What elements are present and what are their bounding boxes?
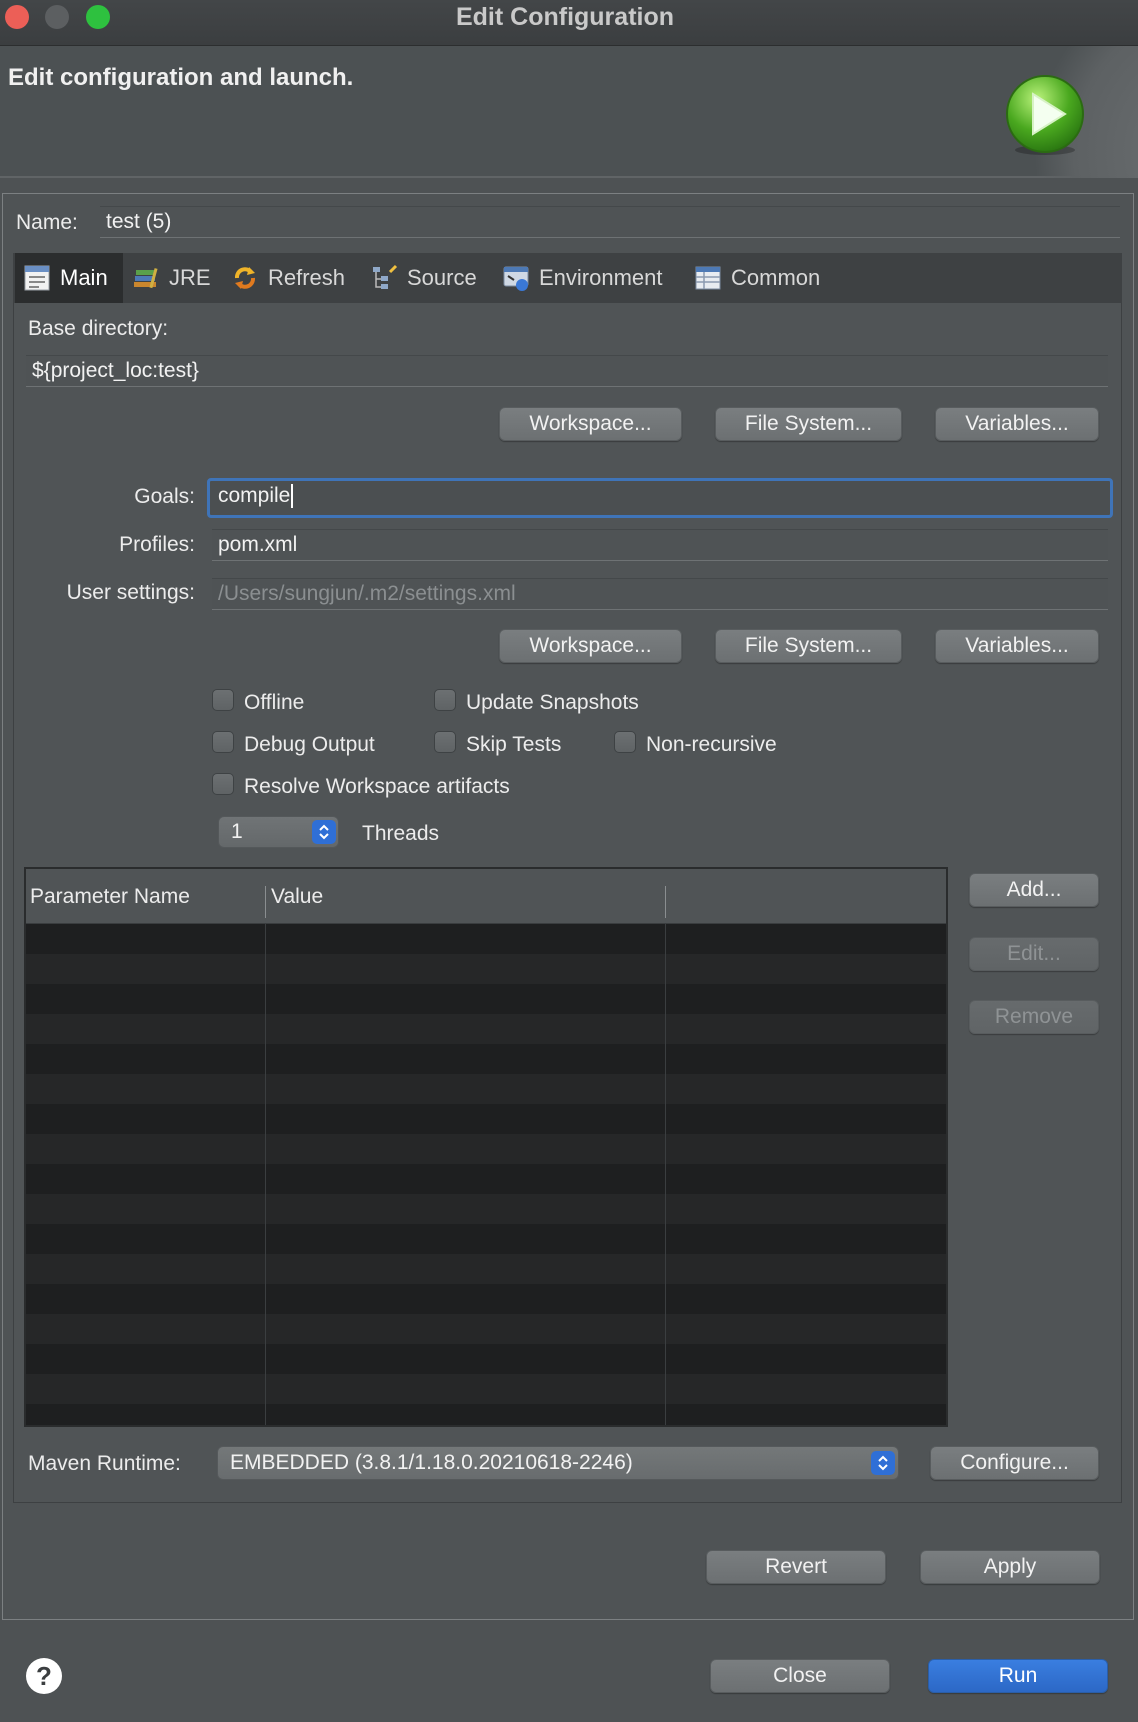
title-bar: Edit Configuration — [0, 0, 1138, 46]
add-parameter-button[interactable]: Add... — [969, 873, 1099, 907]
settings-variables-button[interactable]: Variables... — [935, 629, 1099, 663]
column-divider — [665, 924, 666, 1425]
run-launch-icon — [1006, 75, 1084, 155]
user-settings-field[interactable]: /Users/sungjun/.m2/settings.xml — [212, 578, 1108, 610]
remove-parameter-button[interactable]: Remove — [969, 1000, 1099, 1034]
table-row[interactable] — [26, 1224, 946, 1254]
tab-common[interactable]: Common — [694, 253, 834, 303]
threads-label: Threads — [362, 822, 440, 845]
user-settings-label: User settings: — [66, 581, 195, 604]
tab-common-label: Common — [731, 265, 821, 290]
goals-field[interactable]: compile — [207, 478, 1113, 518]
skip-tests-checkbox[interactable] — [434, 731, 456, 753]
column-separator[interactable] — [665, 886, 666, 918]
name-field[interactable]: test (5) — [100, 206, 1120, 238]
banner-title: Edit configuration and launch. — [8, 64, 354, 91]
parameters-table[interactable]: Parameter Name Value — [24, 867, 948, 1427]
table-row[interactable] — [26, 924, 946, 954]
configure-runtime-button[interactable]: Configure... — [930, 1446, 1099, 1480]
table-row[interactable] — [26, 1344, 946, 1374]
maven-runtime-value: EMBEDDED (3.8.1/1.18.0.20210618-2246) — [230, 1451, 633, 1474]
up-down-chevron-icon — [319, 824, 329, 840]
revert-button[interactable]: Revert — [706, 1550, 886, 1584]
debug-output-label: Debug Output — [244, 733, 375, 756]
common-table-icon — [695, 266, 721, 290]
table-row[interactable] — [26, 1044, 946, 1074]
table-row[interactable] — [26, 1194, 946, 1224]
tab-environment-label: Environment — [539, 265, 663, 290]
table-row[interactable] — [26, 1074, 946, 1104]
column-separator[interactable] — [265, 886, 266, 918]
non-recursive-checkbox[interactable] — [614, 731, 636, 753]
main-tab-icon — [24, 265, 50, 291]
table-row[interactable] — [26, 1374, 946, 1404]
help-icon: ? — [36, 1661, 52, 1691]
apply-button[interactable]: Apply — [920, 1550, 1100, 1584]
tab-jre[interactable]: JRE — [132, 253, 222, 303]
maven-runtime-label: Maven Runtime: — [28, 1452, 181, 1475]
goals-label: Goals: — [134, 485, 195, 508]
window-title: Edit Configuration — [455, 3, 675, 31]
tab-environment[interactable]: Environment — [502, 253, 672, 303]
base-directory-label: Base directory: — [28, 317, 169, 340]
settings-workspace-button[interactable]: Workspace... — [499, 629, 682, 663]
tab-source[interactable]: Source — [370, 253, 490, 303]
resolve-workspace-label: Resolve Workspace artifacts — [244, 775, 510, 798]
maven-runtime-select[interactable]: EMBEDDED (3.8.1/1.18.0.20210618-2246) — [217, 1446, 899, 1480]
tab-source-label: Source — [407, 265, 477, 290]
environment-icon — [503, 266, 529, 291]
debug-output-checkbox[interactable] — [212, 731, 234, 753]
settings-file-system-button[interactable]: File System... — [715, 629, 902, 663]
threads-stepper[interactable] — [312, 820, 336, 844]
run-button[interactable]: Run — [928, 1659, 1108, 1693]
table-header: Parameter Name Value — [26, 869, 946, 924]
column-parameter-name[interactable]: Parameter Name — [30, 869, 190, 924]
tab-refresh[interactable]: Refresh — [231, 253, 356, 303]
non-recursive-label: Non-recursive — [646, 733, 777, 756]
table-row[interactable] — [26, 1104, 946, 1134]
goals-value: compile — [218, 484, 291, 507]
profiles-label: Profiles: — [119, 533, 195, 556]
up-down-chevron-icon — [878, 1455, 888, 1471]
edit-parameter-button[interactable]: Edit... — [969, 937, 1099, 971]
table-row[interactable] — [26, 954, 946, 984]
table-row[interactable] — [26, 1314, 946, 1344]
profiles-field[interactable]: pom.xml — [212, 529, 1108, 561]
name-label: Name: — [16, 211, 78, 234]
resolve-workspace-checkbox[interactable] — [212, 773, 234, 795]
column-value[interactable]: Value — [271, 869, 323, 924]
dialog-banner: Edit configuration and launch. — [0, 46, 1138, 178]
tab-refresh-label: Refresh — [268, 265, 346, 290]
jre-library-icon — [134, 268, 158, 289]
tab-main[interactable]: Main — [15, 253, 123, 303]
offline-checkbox[interactable] — [212, 689, 234, 711]
threads-value: 1 — [231, 820, 243, 843]
base-workspace-button[interactable]: Workspace... — [499, 407, 682, 441]
help-button[interactable]: ? — [26, 1658, 62, 1694]
table-row[interactable] — [26, 1134, 946, 1164]
refresh-icon — [235, 267, 255, 289]
table-row[interactable] — [26, 1254, 946, 1284]
base-variables-button[interactable]: Variables... — [935, 407, 1099, 441]
table-row[interactable] — [26, 1014, 946, 1044]
table-row[interactable] — [26, 1404, 946, 1425]
base-file-system-button[interactable]: File System... — [715, 407, 902, 441]
update-snapshots-checkbox[interactable] — [434, 689, 456, 711]
runtime-dropdown-toggle[interactable] — [871, 1451, 895, 1475]
base-directory-field[interactable]: ${project_loc:test} — [26, 355, 1108, 387]
skip-tests-label: Skip Tests — [466, 733, 562, 756]
tab-main-label: Main — [60, 265, 108, 290]
table-row[interactable] — [26, 1164, 946, 1194]
column-divider — [265, 924, 266, 1425]
tab-jre-label: JRE — [169, 265, 211, 290]
close-button[interactable]: Close — [710, 1659, 890, 1693]
threads-spinner[interactable]: 1 — [218, 816, 339, 848]
offline-label: Offline — [244, 691, 305, 714]
text-caret — [291, 484, 294, 509]
update-snapshots-label: Update Snapshots — [466, 691, 639, 714]
table-row[interactable] — [26, 1284, 946, 1314]
table-row[interactable] — [26, 984, 946, 1014]
source-tree-icon — [373, 264, 398, 289]
